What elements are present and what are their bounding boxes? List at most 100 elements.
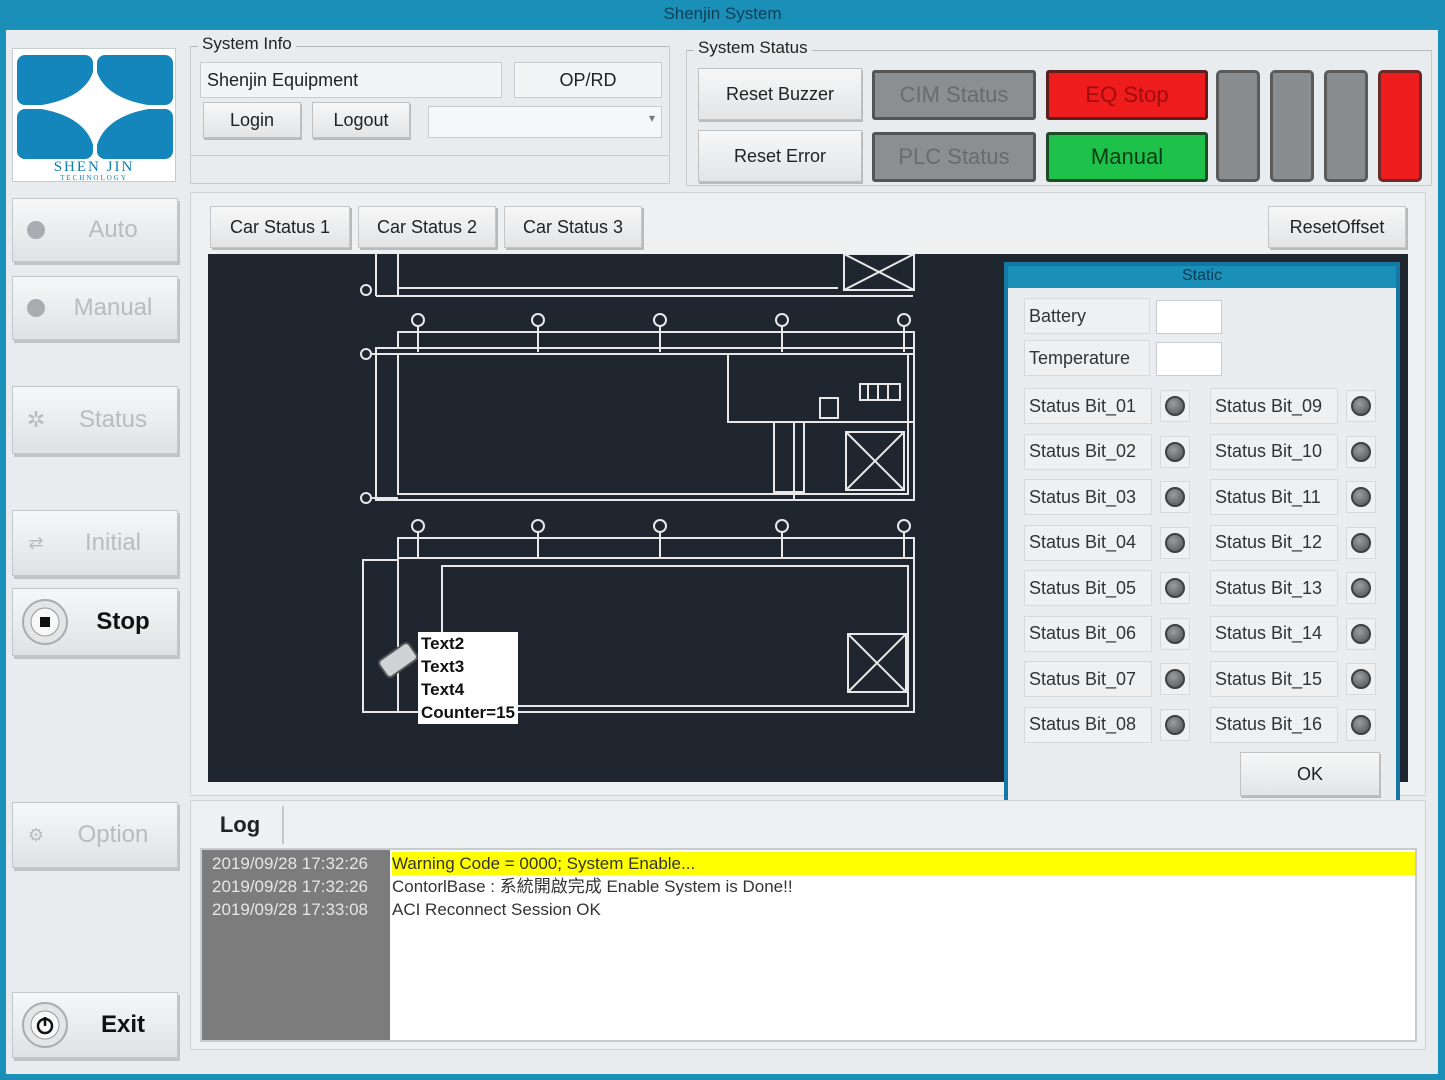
nav-exit-button[interactable]: Exit [12,992,178,1058]
status-bit-label: Status Bit_12 [1210,524,1338,561]
log-message: ContorlBase : 系統開啟完成 Enable System is Do… [392,877,793,896]
status-led-icon [1346,617,1376,650]
vehicle-text4: Text4 [421,680,465,699]
vehicle-info-label: Text2 Text3 Text4 Counter=15 [418,632,518,724]
status-led-icon [1160,663,1190,695]
nav-status-label: Status [78,406,148,433]
log-row[interactable]: 2019/09/28 17:33:08 ACI Reconnect Session… [202,898,1415,921]
nav-auto-button[interactable]: Auto [12,198,178,262]
cim-status-button[interactable]: CIM Status [872,70,1036,120]
logo-subname: TECHNOLOGY [60,174,128,182]
ok-button[interactable]: OK [1240,752,1380,796]
status-bit-label: Status Bit_06 [1024,615,1152,652]
reset-buzzer-button[interactable]: Reset Buzzer [698,68,862,120]
status-bit-label: Status Bit_08 [1024,706,1152,743]
static-dialog-title: Static [1008,266,1396,288]
logout-button[interactable]: Logout [312,102,410,138]
status-led-icon [1346,435,1376,468]
company-logo: SHEN JIN TECHNOLOGY [12,48,176,182]
indicator-lamp-2 [1270,70,1314,182]
nav-status-button[interactable]: ✲ Status [12,386,178,454]
status-led-icon [1346,708,1376,741]
log-time: 2019/09/28 17:33:08 [212,900,368,919]
eq-stop-button[interactable]: EQ Stop [1046,70,1208,120]
tab-car-status-1[interactable]: Car Status 1 [210,206,350,248]
nav-exit-label: Exit [100,1011,145,1038]
loading-icon: ✲ [26,407,46,432]
system-status-title: System Status [694,38,812,58]
log-time: 2019/09/28 17:32:26 [212,877,368,896]
status-bit-label: Status Bit_01 [1024,388,1152,424]
status-led-icon [1160,617,1190,650]
nav-option-label: Option [77,821,149,848]
status-bit-label: Status Bit_02 [1024,433,1152,470]
reset-error-button[interactable]: Reset Error [698,130,862,182]
nav-initial-button[interactable]: ⇄ Initial [12,510,178,576]
status-led-icon [1160,526,1190,559]
status-bit-label: Status Bit_03 [1024,479,1152,515]
status-bit-label: Status Bit_05 [1024,570,1152,606]
status-bit-label: Status Bit_15 [1210,661,1338,697]
login-button[interactable]: Login [203,102,301,138]
status-bit-label: Status Bit_10 [1210,433,1338,470]
indicator-lamp-1 [1216,70,1260,182]
status-led-icon [1160,572,1190,604]
status-led-icon [1160,481,1190,513]
vehicle-text3: Text3 [421,657,465,676]
nav-auto-label: Auto [88,216,138,243]
nav-initial-label: Initial [84,529,142,556]
status-led-icon [1160,390,1190,422]
equipment-name-field: Shenjin Equipment [200,62,502,98]
logo-mark [17,55,173,159]
status-bit-label: Status Bit_04 [1024,524,1152,561]
power-icon [21,1001,69,1049]
settings-icon: ⚙ [27,824,45,845]
vehicle-counter: Counter=15 [421,703,515,722]
vehicle-icon [378,642,418,678]
nav-manual-button[interactable]: Manual [12,276,178,340]
log-row[interactable]: 2019/09/28 17:32:26 Warning Code = 0000; … [202,852,1415,875]
status-bit-label: Status Bit_14 [1210,615,1338,652]
nav-stop-button[interactable]: Stop [12,588,178,656]
reset-offset-button[interactable]: ResetOffset [1268,206,1406,248]
log-row[interactable]: 2019/09/28 17:32:26 ContorlBase : 系統開啟完成 … [202,875,1415,898]
log-message: Warning Code = 0000; System Enable... [392,852,1415,875]
status-led-icon [1160,435,1190,468]
nav-option-button[interactable]: ⚙ Option [12,802,178,868]
log-list[interactable]: 2019/09/28 17:32:26 Warning Code = 0000; … [200,848,1417,1042]
user-select[interactable]: ▾ [428,106,662,138]
indicator-lamp-3 [1324,70,1368,182]
radio-dot-icon [23,295,49,321]
temperature-label: Temperature [1024,340,1150,376]
status-bit-label: Status Bit_09 [1210,388,1338,424]
status-bit-label: Status Bit_13 [1210,570,1338,606]
status-bit-label: Status Bit_16 [1210,706,1338,743]
log-time: 2019/09/28 17:32:26 [212,854,368,873]
status-led-icon [1346,481,1376,513]
battery-label: Battery [1024,298,1150,334]
chevron-down-icon[interactable]: ▾ [649,111,655,125]
battery-value [1156,300,1222,334]
manual-mode-button[interactable]: Manual [1046,132,1208,182]
log-message: ACI Reconnect Session OK [392,900,601,919]
plc-status-button[interactable]: PLC Status [872,132,1036,182]
system-info-title: System Info [198,34,296,54]
status-led-icon [1346,663,1376,695]
nav-stop-label: Stop [96,608,150,635]
status-led-icon [1346,572,1376,604]
status-led-icon [1346,526,1376,559]
window-title: Shenjin System [0,0,1445,30]
tab-car-status-2[interactable]: Car Status 2 [358,206,496,248]
op-rd-field: OP/RD [514,62,662,98]
radio-dot-icon [23,217,49,243]
stop-icon [21,598,69,646]
tab-car-status-3[interactable]: Car Status 3 [504,206,642,248]
static-dialog: Static Battery Temperature Status Bit_01… [1004,262,1400,816]
status-bit-label: Status Bit_07 [1024,661,1152,697]
status-bit-label: Status Bit_11 [1210,479,1338,515]
status-led-icon [1346,390,1376,422]
tab-log[interactable]: Log [198,806,284,844]
nav-manual-label: Manual [73,294,153,321]
vehicle-text2: Text2 [421,634,465,653]
system-info-lower [190,152,670,184]
